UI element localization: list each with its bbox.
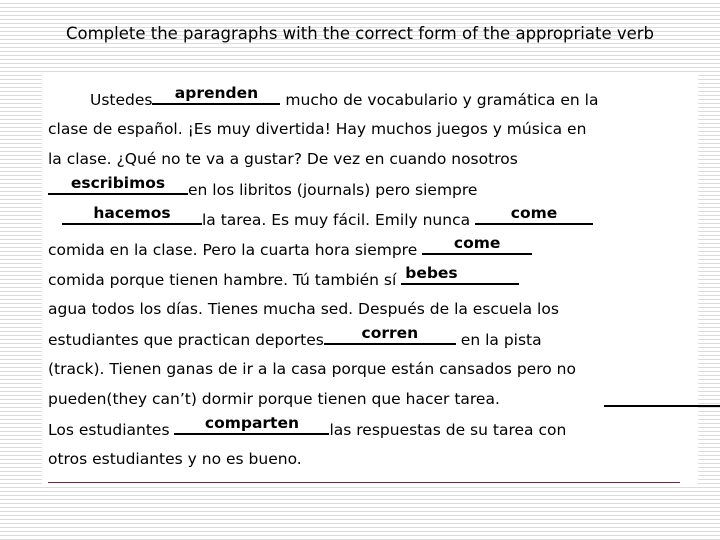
paragraph-line: Los estudiantes comparten las respuestas …: [48, 414, 698, 444]
paragraph-line: comida porque tienen hambre. Tú también …: [48, 264, 698, 294]
text-run: agua todos los días. Tienes mucha sed. D…: [48, 300, 559, 318]
blank-bebes[interactable]: bebes: [401, 264, 520, 285]
blank-hacemos[interactable]: hacemos: [62, 204, 202, 225]
text-run: otros estudiantes y no es bueno.: [48, 450, 302, 468]
page-title: Complete the paragraphs with the correct…: [65, 23, 655, 43]
blank-answer: corren: [361, 324, 419, 342]
blank-come-2[interactable]: come: [422, 234, 533, 255]
blank-empty-tarea[interactable]: [604, 405, 720, 407]
paragraph-line: la clase. ¿Qué no te va a gustar? De vez…: [48, 144, 698, 174]
blank-escribimos[interactable]: escribimos: [48, 174, 188, 195]
text-run: clase de español. ¡Es muy divertida! Hay…: [48, 120, 587, 138]
paragraph-line: escribimos en los libritos (journals) per…: [48, 174, 698, 204]
paragraph-line: estudiantes que practican deportes corren…: [48, 324, 698, 354]
text-run: la clase. ¿Qué no te va a gustar? De vez…: [48, 150, 518, 168]
paragraph-line: otros estudiantes y no es bueno.: [48, 444, 698, 474]
text-run: mucho de vocabulario y gramática en la: [280, 91, 599, 109]
text-run: en la pista: [455, 331, 542, 349]
paragraph-line: pueden(they can’t) dormir porque tienen …: [48, 384, 720, 414]
paragraph-line: (track). Tienen ganas de ir a la casa po…: [48, 354, 698, 384]
blank-answer: aprenden: [174, 84, 259, 102]
text-run: la tarea. Es muy fácil. Emily nunca: [202, 211, 476, 229]
text-run: pueden(they can’t) dormir porque tienen …: [48, 390, 500, 408]
blank-comparten[interactable]: comparten: [174, 414, 330, 435]
paragraph-line: agua todos los días. Tienes mucha sed. D…: [48, 294, 698, 324]
blank-answer: come: [453, 234, 501, 252]
blank-aprenden[interactable]: aprenden: [152, 84, 281, 105]
blank-answer: come: [510, 204, 558, 222]
text-run: estudiantes que practican deportes: [48, 331, 324, 349]
slide-canvas: Complete the paragraphs with the correct…: [0, 0, 720, 540]
text-run: en los libritos (journals) pero siempre: [188, 181, 478, 199]
text-run: Ustedes: [90, 91, 153, 109]
bottom-accent-rule: [48, 482, 680, 483]
text-run: comida en la clase. Pero la cuarta hora …: [48, 241, 423, 259]
worksheet-paragraph: Ustedes aprenden mucho de vocabulario y g…: [48, 84, 720, 474]
slide-title-band: Complete the paragraphs with the correct…: [0, 14, 720, 52]
blank-come-1[interactable]: come: [475, 204, 594, 225]
worksheet-card: Ustedes aprenden mucho de vocabulario y g…: [42, 72, 720, 484]
paragraph-line: comida en la clase. Pero la cuarta hora …: [48, 234, 698, 264]
blank-answer: hacemos: [93, 204, 171, 222]
text-run: las respuestas de su tarea con: [329, 421, 567, 439]
paragraph-line: clase de español. ¡Es muy divertida! Hay…: [48, 114, 698, 144]
text-run: (track). Tienen ganas de ir a la casa po…: [48, 360, 576, 378]
paragraph-line: Ustedes aprenden mucho de vocabulario y g…: [48, 84, 698, 114]
paragraph-line: hacemos la tarea. Es muy fácil. Emily nun…: [48, 204, 698, 234]
blank-answer: escribimos: [70, 174, 166, 192]
text-run: Los estudiantes: [48, 421, 175, 439]
text-run: comida porque tienen hambre. Tú también …: [48, 271, 402, 289]
blank-answer: comparten: [204, 414, 300, 432]
blank-answer: bebes: [405, 264, 458, 282]
blank-corren[interactable]: corren: [323, 324, 456, 345]
